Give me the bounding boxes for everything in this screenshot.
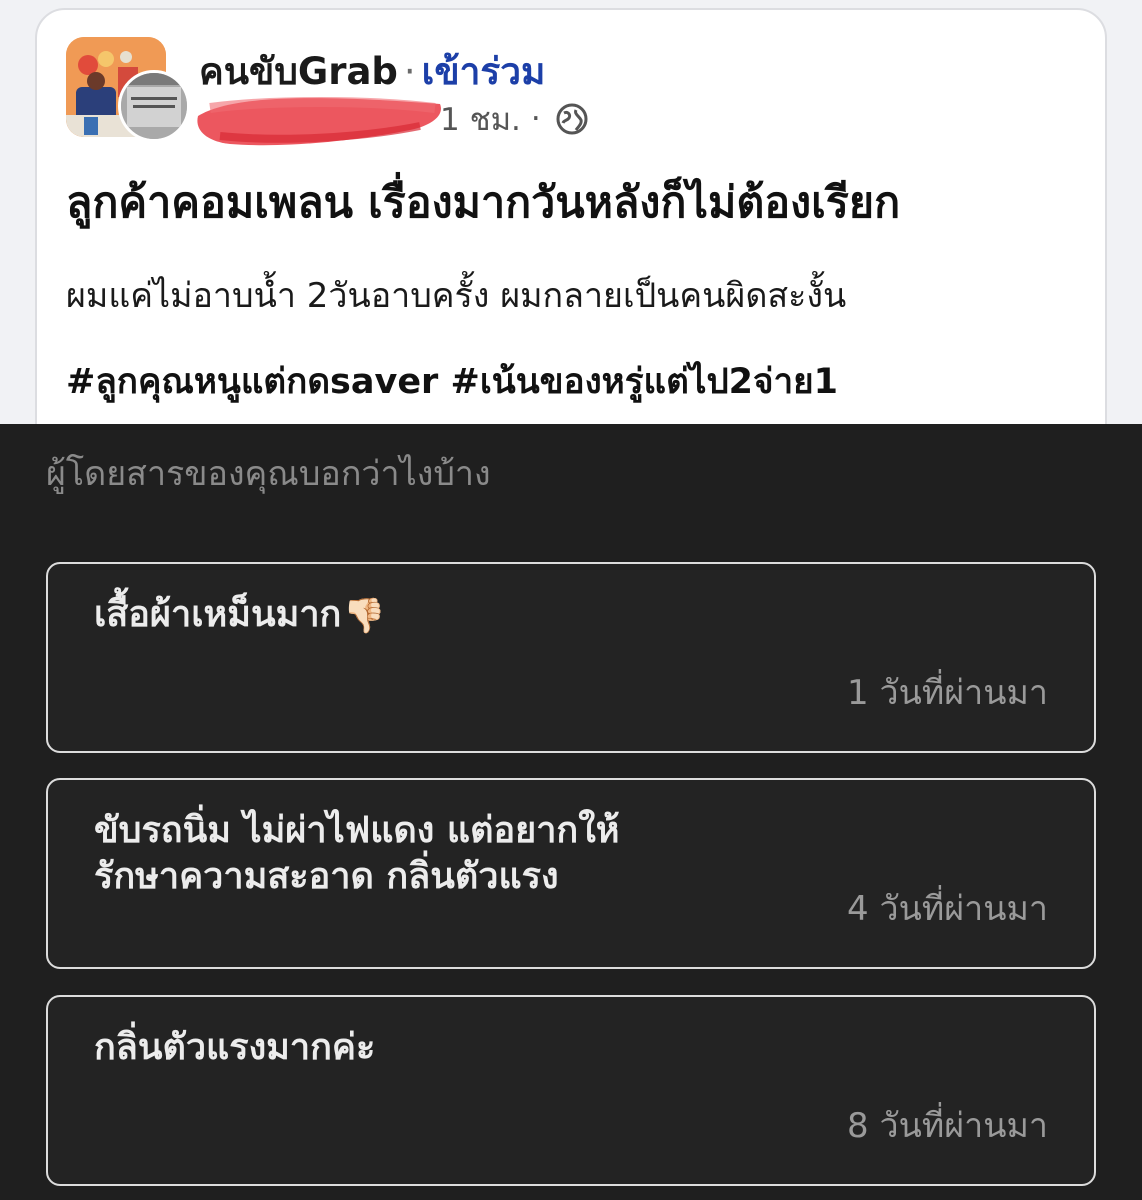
feedback-card: ขับรถนิ่ม ไม่ผ่าไฟแดง แต่อยากให้ รักษาคว… [46,778,1096,969]
feedback-card: กลิ่นตัวแรงมากค่ะ 8 วันที่ผ่านมา [46,995,1096,1186]
feedback-time: 8 วันที่ผ่านมา [847,1106,1048,1146]
globe-icon [555,102,589,136]
post-meta: 1 ชม. · [440,94,589,144]
user-avatar[interactable] [118,70,190,142]
feedback-comment: เสื้อผ้าเหม็นมาก [94,594,342,635]
feedback-text: เสื้อผ้าเหม็นมาก👎🏻 [94,592,994,639]
redacted-author-name [190,86,450,152]
passenger-feedback-screenshot: ผู้โดยสารของคุณบอกว่าไงบ้าง เสื้อผ้าเหม็… [0,424,1142,1200]
meta-separator: · [530,101,541,137]
thumbs-down-icon: 👎🏻 [343,596,386,636]
feedback-heading: ผู้โดยสารของคุณบอกว่าไงบ้าง [46,454,491,494]
feedback-time: 1 วันที่ผ่านมา [847,673,1048,713]
post-hashtags[interactable]: #ลูกคุณหนูแต่กดsaver #เน้นของหรู่แต่ไป2จ… [66,354,838,409]
feedback-time: 4 วันที่ผ่านมา [847,889,1048,929]
post-time[interactable]: 1 ชม. [440,94,521,144]
post-body: ผมแค่ไม่อาบน้ำ 2วันอาบครั้ง ผมกลายเป็นคน… [66,276,847,316]
facebook-post-screenshot: คนขับGrab · เข้าร่วม 1 ชม. · ลูกค้าคอมเพลน… [0,0,1142,424]
feedback-comment: กลิ่นตัวแรงมากค่ะ [94,1027,376,1068]
post-title: ลูกค้าคอมเพลน เรื่องมากวันหลังก็ไม่ต้องเ… [66,178,901,228]
feedback-card: เสื้อผ้าเหม็นมาก👎🏻 1 วันที่ผ่านมา [46,562,1096,753]
